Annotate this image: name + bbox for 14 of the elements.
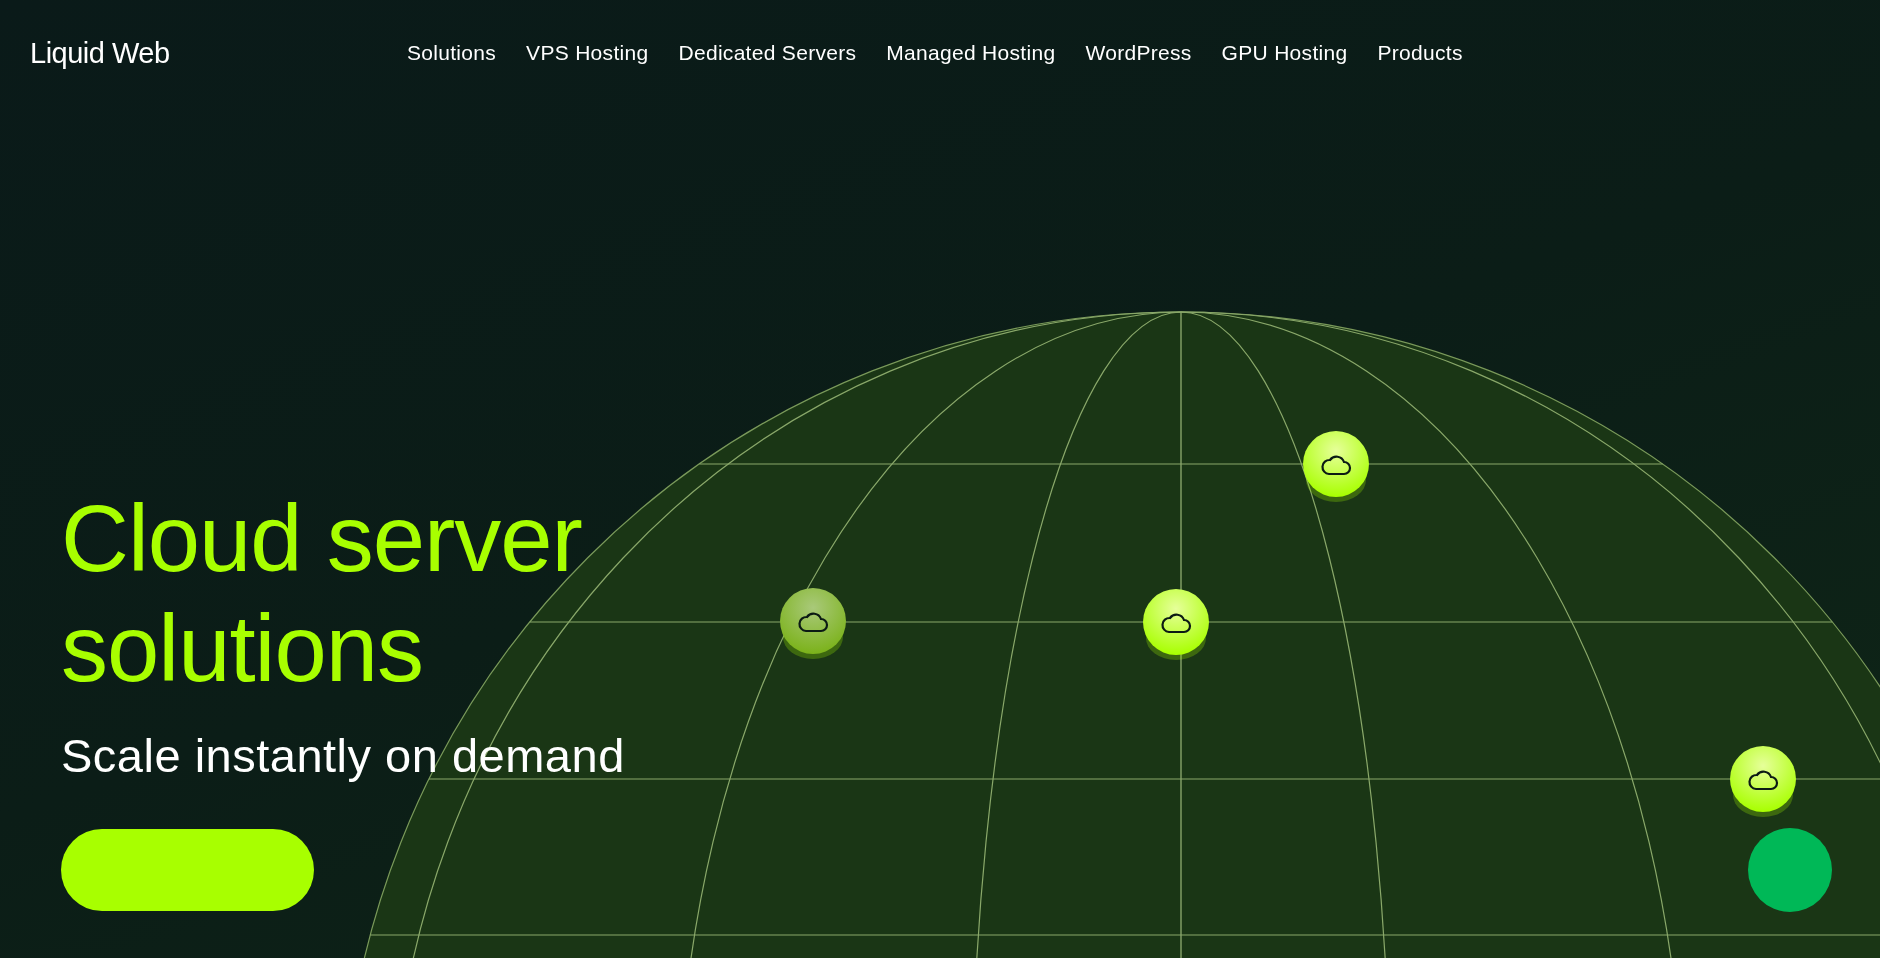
nav-link[interactable]: VPS Hosting — [526, 41, 649, 65]
nav-link[interactable]: Products — [1377, 41, 1463, 65]
cloud-pin-icon — [1303, 431, 1369, 502]
logo[interactable]: Liquid Web — [30, 36, 407, 70]
nav-link[interactable]: Managed Hosting — [886, 41, 1056, 65]
nav-link[interactable]: Solutions — [407, 41, 497, 65]
hero-title: Cloud server solutions — [61, 485, 582, 703]
nav-link[interactable]: GPU Hosting — [1221, 41, 1348, 65]
nav-link[interactable]: Dedicated Servers — [678, 41, 857, 65]
cloud-pin-icon — [1143, 589, 1209, 660]
nav-link[interactable]: WordPress — [1085, 41, 1192, 65]
cloud-pin-icon — [780, 588, 846, 659]
hero-subtitle: Scale instantly on demand — [61, 728, 625, 783]
cloud-pin-icon — [1730, 746, 1796, 817]
